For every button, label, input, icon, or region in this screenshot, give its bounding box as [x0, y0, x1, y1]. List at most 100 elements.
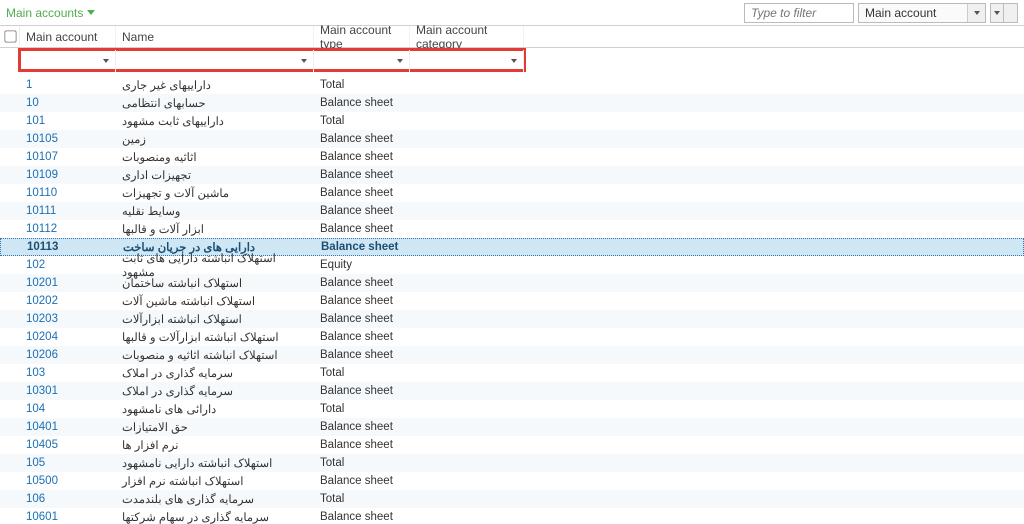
table-row[interactable]: 101داراییهای ثابت مشهودTotal — [0, 112, 1024, 130]
cell-main-account[interactable]: 10113 — [21, 241, 117, 253]
table-row[interactable]: 10109تجهیزات اداریBalance sheet — [0, 166, 1024, 184]
cell-name: استهلاک انباشته ساختمان — [116, 276, 314, 290]
cell-type: Total — [314, 79, 410, 91]
table-row[interactable]: 10112ابزار آلات و قالبهاBalance sheet — [0, 220, 1024, 238]
filter-field-select[interactable]: Main account — [858, 3, 986, 23]
table-row[interactable]: 10301سرمایه گذاری در املاکBalance sheet — [0, 382, 1024, 400]
page-title-dropdown[interactable]: Main accounts — [6, 6, 95, 20]
quick-filter-input[interactable] — [744, 3, 854, 23]
cell-main-account[interactable]: 102 — [20, 259, 116, 271]
cell-name: نرم افزار ها — [116, 438, 314, 452]
cell-type: Balance sheet — [314, 133, 410, 145]
cell-type: Balance sheet — [314, 187, 410, 199]
cell-type: Balance sheet — [314, 439, 410, 451]
cell-type: Balance sheet — [314, 277, 410, 289]
cell-type: Equity — [314, 259, 410, 271]
cell-main-account[interactable]: 106 — [20, 493, 116, 505]
cell-name: داراییهای ثابت مشهود — [116, 114, 314, 128]
cell-main-account[interactable]: 103 — [20, 367, 116, 379]
cell-main-account[interactable]: 10110 — [20, 187, 116, 199]
cell-type: Balance sheet — [314, 475, 410, 487]
chevron-down-icon — [301, 59, 307, 63]
filter-field-dropdown-button[interactable] — [967, 4, 985, 22]
cell-main-account[interactable]: 10405 — [20, 439, 116, 451]
column-header-type[interactable]: Main account type — [314, 26, 410, 47]
table-row[interactable]: 10500استهلاک انباشته نرم افزارBalance sh… — [0, 472, 1024, 490]
cell-name: سرمایه گذاری در املاک — [116, 384, 314, 398]
cell-main-account[interactable]: 10401 — [20, 421, 116, 433]
cell-main-account[interactable]: 104 — [20, 403, 116, 415]
table-row[interactable]: 10405نرم افزار هاBalance sheet — [0, 436, 1024, 454]
cell-main-account[interactable]: 10202 — [20, 295, 116, 307]
cell-name: استهلاک انباشته دارایی های ثابت مشهود — [116, 251, 314, 279]
grid-body[interactable]: 1داراییهای غیر جاریTotal10حسابهای انتظام… — [0, 76, 1024, 524]
cell-main-account[interactable]: 10111 — [20, 205, 116, 217]
cell-name: حسابهای انتظامی — [116, 96, 314, 110]
cell-main-account[interactable]: 10206 — [20, 349, 116, 361]
column-header-name[interactable]: Name — [116, 26, 314, 47]
table-row[interactable]: 10401حق الامتیازاتBalance sheet — [0, 418, 1024, 436]
cell-name: وسایط نقلیه — [116, 204, 314, 218]
cell-main-account[interactable]: 10203 — [20, 313, 116, 325]
cell-main-account[interactable]: 10105 — [20, 133, 116, 145]
table-row[interactable]: 102استهلاک انباشته دارایی های ثابت مشهود… — [0, 256, 1024, 274]
chevron-down-icon — [994, 11, 1000, 15]
column-header-category[interactable]: Main account category — [410, 26, 524, 47]
cell-type: Balance sheet — [314, 511, 410, 523]
select-all-cell[interactable] — [0, 26, 20, 47]
chevron-down-icon — [87, 10, 95, 15]
cell-name: استهلاک انباشته ماشین آلات — [116, 294, 314, 308]
cell-type: Balance sheet — [314, 421, 410, 433]
cell-main-account[interactable]: 10201 — [20, 277, 116, 289]
cell-main-account[interactable]: 10107 — [20, 151, 116, 163]
cell-name: سرمایه گذاری در املاک — [116, 366, 314, 380]
cell-main-account[interactable]: 105 — [20, 457, 116, 469]
select-all-checkbox[interactable] — [4, 30, 16, 42]
page-title: Main accounts — [6, 6, 83, 20]
column-filter-category[interactable] — [410, 50, 524, 72]
table-row[interactable]: 10107اثاثیه ومنصوباتBalance sheet — [0, 148, 1024, 166]
cell-main-account[interactable]: 10500 — [20, 475, 116, 487]
cell-main-account[interactable]: 10601 — [20, 511, 116, 523]
cell-main-account[interactable]: 1 — [20, 79, 116, 91]
cell-main-account[interactable]: 101 — [20, 115, 116, 127]
cell-type: Total — [314, 493, 410, 505]
filter-extra-button[interactable] — [1004, 3, 1018, 23]
table-row[interactable]: 10203استهلاک انباشته ابزارآلاتBalance sh… — [0, 310, 1024, 328]
table-row[interactable]: 10حسابهای انتظامیBalance sheet — [0, 94, 1024, 112]
cell-type: Total — [314, 403, 410, 415]
cell-name: زمین — [116, 132, 314, 146]
table-row[interactable]: 105استهلاک انباشته دارایی نامشهودTotal — [0, 454, 1024, 472]
cell-type: Balance sheet — [314, 223, 410, 235]
table-row[interactable]: 10201استهلاک انباشته ساختمانBalance shee… — [0, 274, 1024, 292]
cell-name: ابزار آلات و قالبها — [116, 222, 314, 236]
cell-name: استهلاک انباشته ابزارآلات — [116, 312, 314, 326]
cell-name: تجهیزات اداری — [116, 168, 314, 182]
table-row[interactable]: 10105زمینBalance sheet — [0, 130, 1024, 148]
cell-type: Total — [314, 115, 410, 127]
chevron-down-icon — [397, 59, 403, 63]
cell-main-account[interactable]: 10112 — [20, 223, 116, 235]
filter-apply-button[interactable] — [990, 3, 1004, 23]
table-row[interactable]: 10202استهلاک انباشته ماشین آلاتBalance s… — [0, 292, 1024, 310]
table-row[interactable]: 10204استهلاک انباشته ابزارآلات و قالبهاB… — [0, 328, 1024, 346]
column-filter-main-account[interactable] — [22, 50, 116, 72]
column-header-main-account[interactable]: Main account — [20, 26, 116, 47]
table-row[interactable]: 103سرمایه گذاری در املاکTotal — [0, 364, 1024, 382]
table-row[interactable]: 10206استهلاک انباشته اثاثیه و منصوباتBal… — [0, 346, 1024, 364]
table-row[interactable]: 10110ماشین آلات و تجهیزاتBalance sheet — [0, 184, 1024, 202]
table-row[interactable]: 10111وسایط نقلیهBalance sheet — [0, 202, 1024, 220]
cell-main-account[interactable]: 10301 — [20, 385, 116, 397]
table-row[interactable]: 1داراییهای غیر جاریTotal — [0, 76, 1024, 94]
table-row[interactable]: 10601سرمایه گذاری در سهام شرکتهاBalance … — [0, 508, 1024, 524]
cell-main-account[interactable]: 10 — [20, 97, 116, 109]
cell-name: حق الامتیازات — [116, 420, 314, 434]
table-row[interactable]: 104دارائی های نامشهودTotal — [0, 400, 1024, 418]
cell-type: Balance sheet — [314, 313, 410, 325]
column-filter-name[interactable] — [116, 50, 314, 72]
table-row[interactable]: 106سرمایه گذاری های بلندمدتTotal — [0, 490, 1024, 508]
column-filter-type[interactable] — [314, 50, 410, 72]
cell-type: Balance sheet — [314, 151, 410, 163]
cell-main-account[interactable]: 10204 — [20, 331, 116, 343]
cell-main-account[interactable]: 10109 — [20, 169, 116, 181]
